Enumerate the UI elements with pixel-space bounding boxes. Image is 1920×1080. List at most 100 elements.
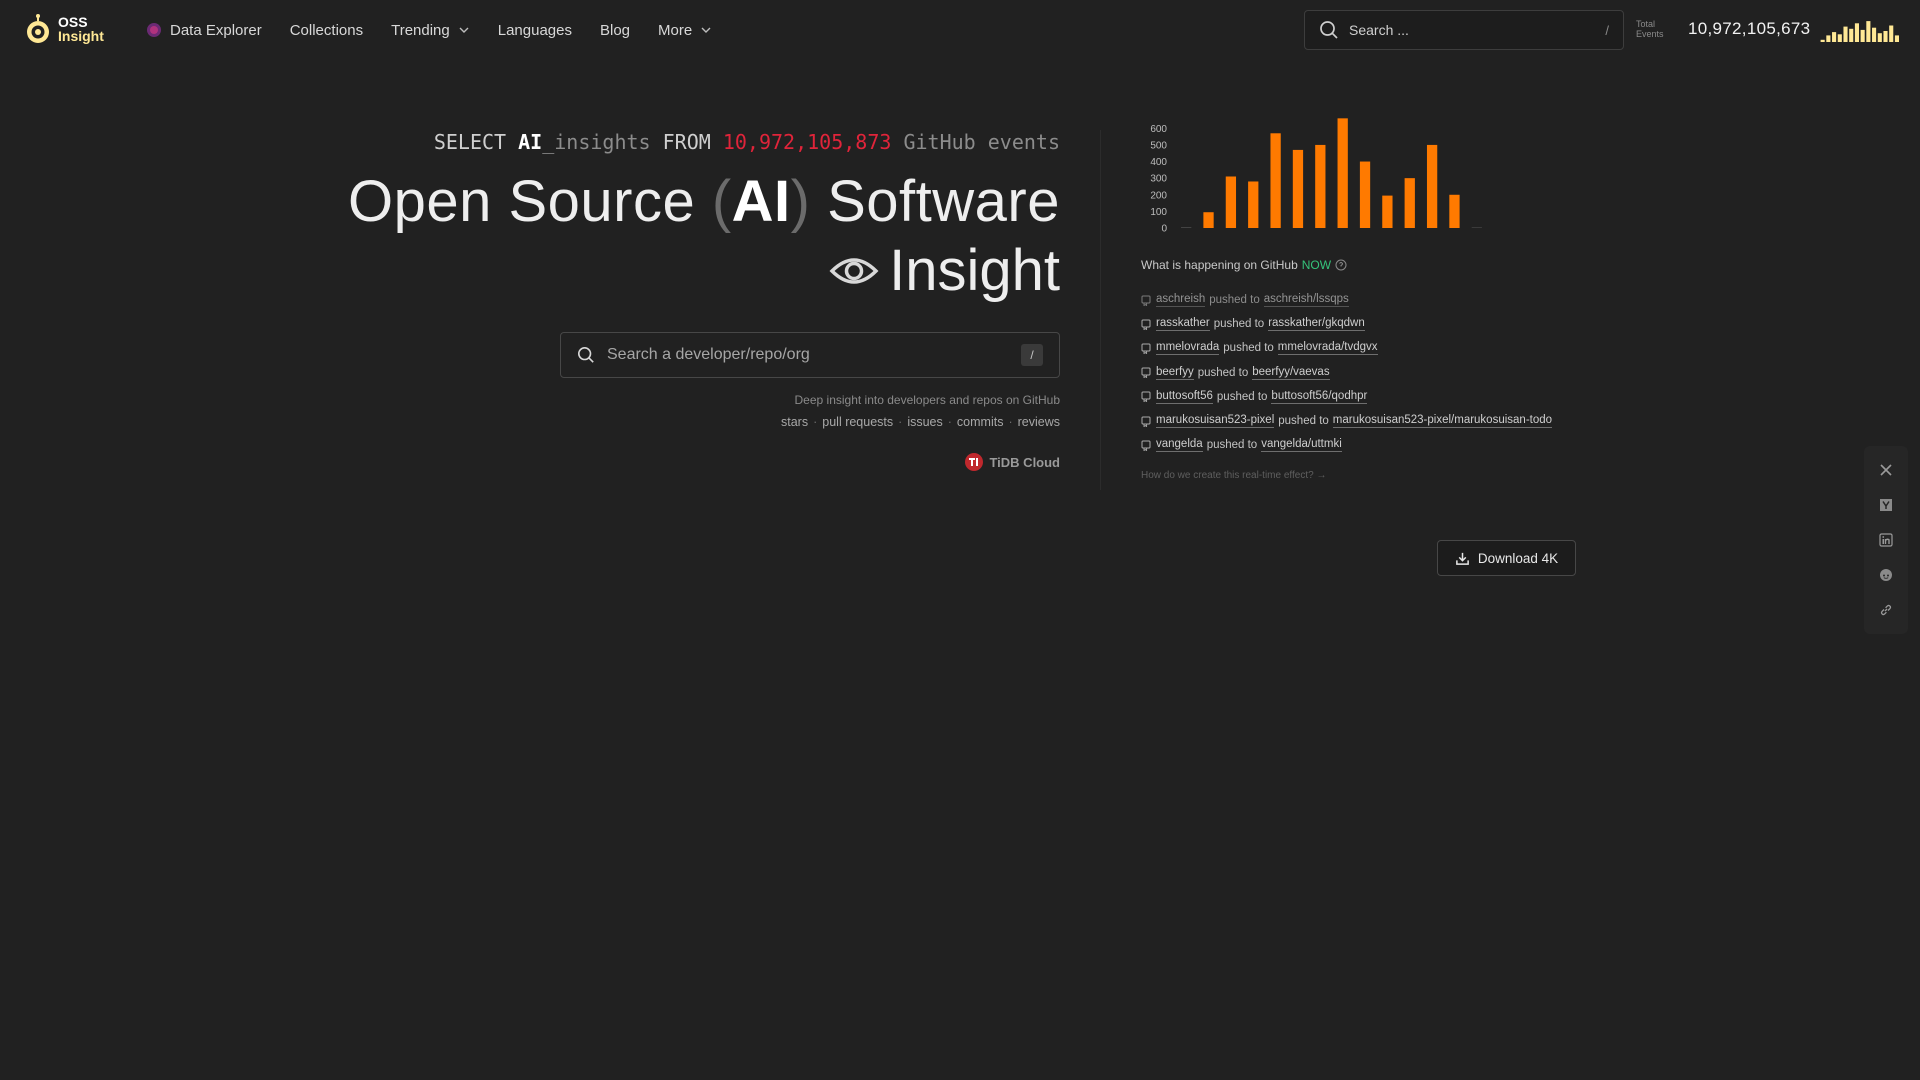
feed-user-link[interactable]: mmelovrada (1156, 341, 1220, 356)
y-tick-label: 500 (1150, 140, 1167, 151)
share-reddit-icon[interactable] (1879, 568, 1894, 583)
metric-issues[interactable]: issues (907, 415, 942, 429)
share-copy-link-icon[interactable] (1879, 603, 1894, 618)
feed-repo-link[interactable]: aschreish/lssqps (1263, 293, 1349, 308)
nav-data-explorer[interactable]: Data Explorer (132, 0, 276, 60)
search-icon (1320, 21, 1338, 39)
title-insight: Insight (889, 238, 1060, 303)
oss-insight-logo[interactable]: OSS Insight (22, 13, 104, 45)
feed-item: beerfyy pushed to beerfyy/vaevas (1141, 361, 1552, 385)
chart-bar (1471, 227, 1482, 228)
page-title: Open Source (AI) Software (348, 168, 1060, 235)
feed-title: What is happening on GitHub NOW (1141, 258, 1347, 272)
link-icon (1880, 605, 1892, 616)
nav-more-label: More (658, 21, 693, 39)
chart-bar (1382, 195, 1393, 228)
sql-insights: _insights (542, 130, 651, 154)
git-push-icon (1141, 391, 1151, 403)
metric-separator: · (947, 415, 952, 429)
chart-bar (1181, 227, 1192, 228)
git-push-icon (1141, 295, 1151, 306)
feed-user-link[interactable]: vangelda (1156, 438, 1203, 453)
mini-bar (1820, 39, 1825, 42)
metric-commits[interactable]: commits (957, 415, 1004, 429)
sql-event-count: 10,972,105,873 (722, 130, 892, 154)
sql-headline: SELECT AI_insights FROM 10,972,105,873 G… (434, 130, 1060, 154)
title-paren-close: ) (790, 169, 811, 234)
download-4k-button[interactable]: Download 4K (1437, 540, 1576, 576)
sponsor-label: TiDB Cloud (989, 454, 1060, 470)
global-search-placeholder: Search ... (1349, 22, 1409, 38)
total-events-value: 10,972,105,673 (1688, 19, 1811, 38)
metric-stars[interactable]: stars (781, 415, 808, 429)
feed-repo-link[interactable]: buttosoft56/qodhpr (1271, 390, 1368, 404)
nav-trending[interactable]: Trending (377, 0, 484, 60)
feed-verb: pushed to (1216, 390, 1268, 403)
mini-bar (1854, 23, 1859, 42)
events-bar-chart: 0 100 200 300 400 500 600 (1150, 118, 1482, 235)
nav-blog-label: Blog (600, 21, 631, 39)
mini-bar (1826, 35, 1831, 42)
page-title-line-2: Insight (829, 237, 1060, 304)
vertical-divider (1100, 130, 1101, 490)
metric-pull-requests[interactable]: pull requests (822, 415, 893, 429)
mini-bar (1877, 33, 1882, 42)
share-x-icon[interactable] (1879, 462, 1894, 477)
feed-user-link[interactable]: beerfyy (1156, 366, 1194, 380)
chart-bar (1315, 144, 1326, 228)
nav-collections[interactable]: Collections (276, 0, 377, 60)
realtime-effect-link[interactable]: How do we create this real-time effect? … (1141, 470, 1326, 481)
robot-logo-icon (27, 14, 49, 43)
feed-user-link[interactable]: aschreish (1156, 293, 1206, 308)
nav-data-explorer-label: Data Explorer (170, 21, 262, 39)
y-tick-label: 0 (1161, 224, 1167, 235)
feed-now-label: NOW (1301, 258, 1332, 272)
search-shortcut-key: / (1605, 22, 1609, 38)
feed-repo-link[interactable]: mmelovrada/tvdgvx (1277, 341, 1378, 356)
feed-verb: pushed to (1213, 318, 1265, 331)
feed-repo-link[interactable]: marukosuisan523-pixel/marukosuisan-todo (1332, 414, 1553, 429)
nav-languages-label: Languages (497, 21, 572, 39)
metric-separator: · (898, 415, 903, 429)
git-push-icon (1141, 343, 1151, 354)
chart-bar (1270, 133, 1281, 228)
feed-repo-link[interactable]: vangelda/uttmki (1261, 438, 1342, 453)
nav-collections-label: Collections (289, 21, 364, 39)
chart-bar (1449, 194, 1460, 228)
help-icon[interactable] (1335, 259, 1347, 271)
feed-user-link[interactable]: marukosuisan523-pixel (1156, 414, 1275, 429)
feed-user-link[interactable]: rasskather (1156, 317, 1210, 332)
tagline: Deep insight into developers and repos o… (794, 393, 1061, 407)
feed-item: aschreish pushed to aschreish/lssqps (1141, 288, 1552, 312)
sql-select: SELECT (433, 130, 519, 154)
tidb-cloud-sponsor[interactable]: TiDB Cloud (964, 452, 1060, 472)
feed-title-text: What is happening on GitHub (1141, 258, 1298, 272)
developer-repo-search-input[interactable]: Search a developer/repo/org / (560, 332, 1060, 378)
metric-links: stars · pull requests · issues · commits · revie… (781, 415, 1060, 429)
search-icon (577, 346, 594, 363)
share-hacker-news-icon[interactable] (1879, 497, 1894, 512)
feed-item: buttosoft56 pushed to buttosoft56/qodhpr (1141, 385, 1552, 409)
logo-line-2: Insight (58, 28, 104, 44)
feed-repo-link[interactable]: beerfyy/vaevas (1252, 366, 1330, 380)
share-linkedin-icon[interactable] (1879, 532, 1894, 547)
mini-bar (1843, 26, 1848, 42)
mini-bar (1894, 35, 1899, 42)
chevron-down-icon (459, 27, 469, 33)
chart-bar (1203, 212, 1214, 228)
feed-repo-link[interactable]: rasskather/gkqdwn (1268, 317, 1365, 332)
feed-verb: pushed to (1206, 439, 1258, 452)
y-tick-label: 300 (1150, 174, 1167, 185)
metric-reviews[interactable]: reviews (1018, 415, 1060, 429)
nav-more[interactable]: More (644, 0, 726, 60)
mini-bar (1883, 31, 1888, 42)
chart-bar (1248, 181, 1259, 228)
y-tick-label: 600 (1150, 124, 1167, 135)
nav-blog[interactable]: Blog (586, 0, 644, 60)
global-search-input[interactable]: Search ... / (1304, 10, 1624, 50)
feed-user-link[interactable]: buttosoft56 (1156, 390, 1213, 404)
y-tick-label: 100 (1150, 207, 1167, 218)
logo-line-1: OSS (58, 14, 88, 30)
nav-languages[interactable]: Languages (484, 0, 586, 60)
download-label: Download 4K (1477, 550, 1559, 566)
